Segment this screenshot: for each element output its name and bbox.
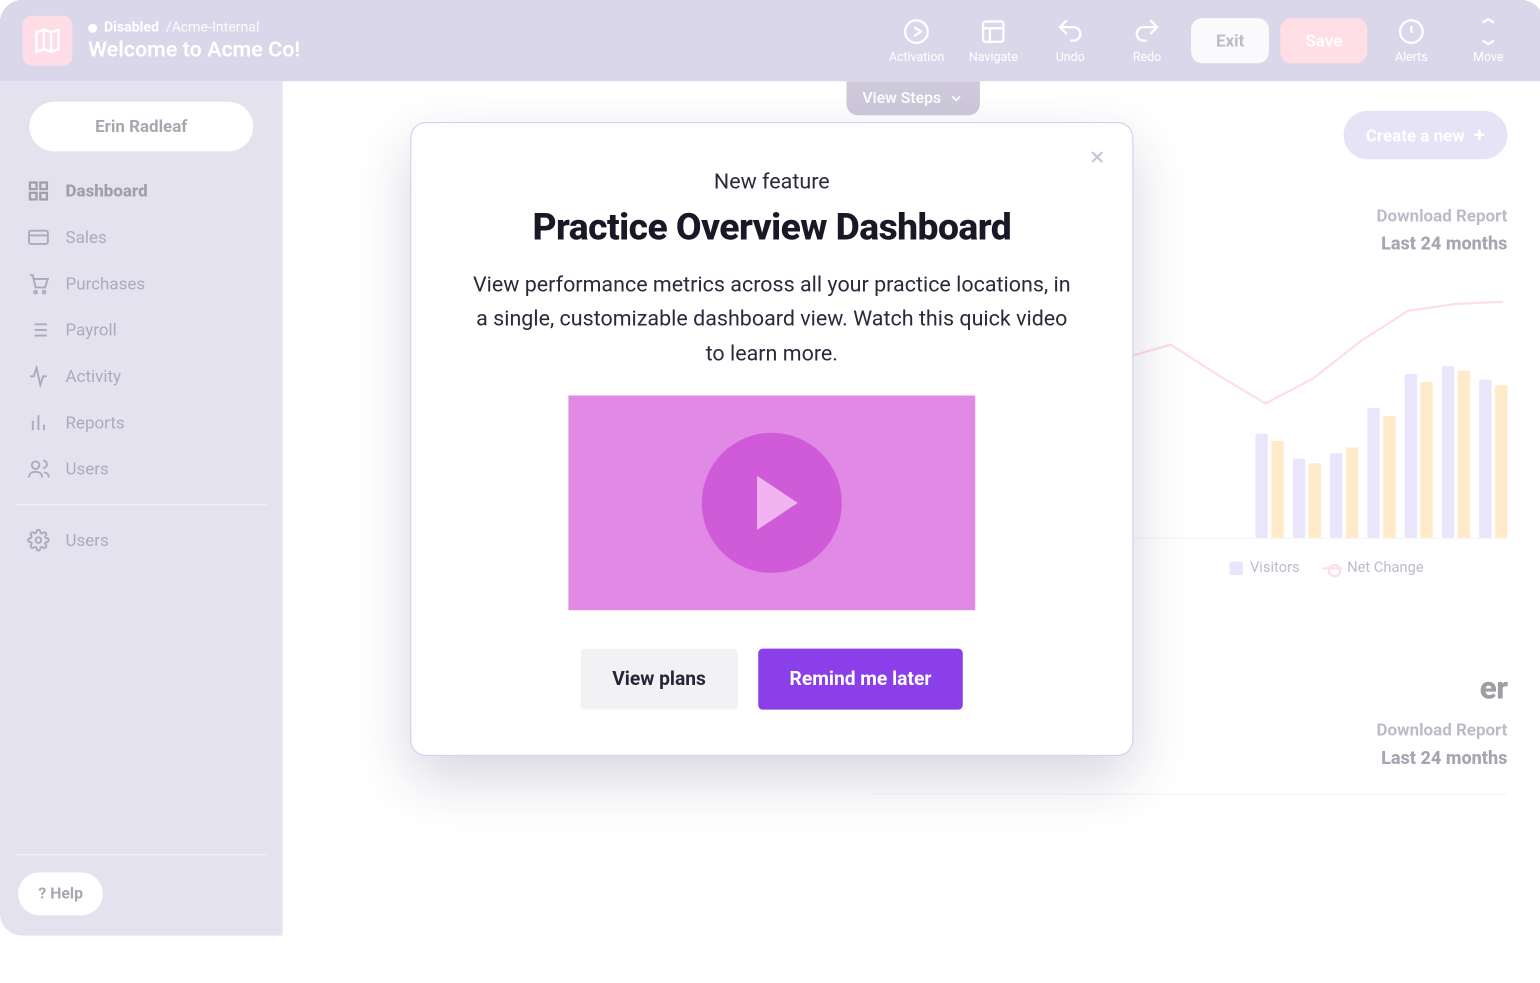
feature-modal: New feature Practice Overview Dashboard … xyxy=(410,122,1133,756)
remind-later-button[interactable]: Remind me later xyxy=(758,649,963,710)
modal-title: Practice Overview Dashboard xyxy=(459,206,1085,250)
app-frame: Disabled /Acme-Internal Welcome to Acme … xyxy=(0,0,1540,936)
modal-backdrop: New feature Practice Overview Dashboard … xyxy=(0,0,1540,936)
modal-body: View performance metrics across all your… xyxy=(468,268,1076,371)
play-icon xyxy=(757,476,798,530)
view-plans-button[interactable]: View plans xyxy=(581,649,738,710)
close-icon xyxy=(1087,147,1107,167)
video-thumbnail[interactable] xyxy=(568,396,975,611)
modal-eyebrow: New feature xyxy=(459,168,1085,194)
modal-close-button[interactable] xyxy=(1087,146,1107,173)
play-button[interactable] xyxy=(702,433,842,573)
